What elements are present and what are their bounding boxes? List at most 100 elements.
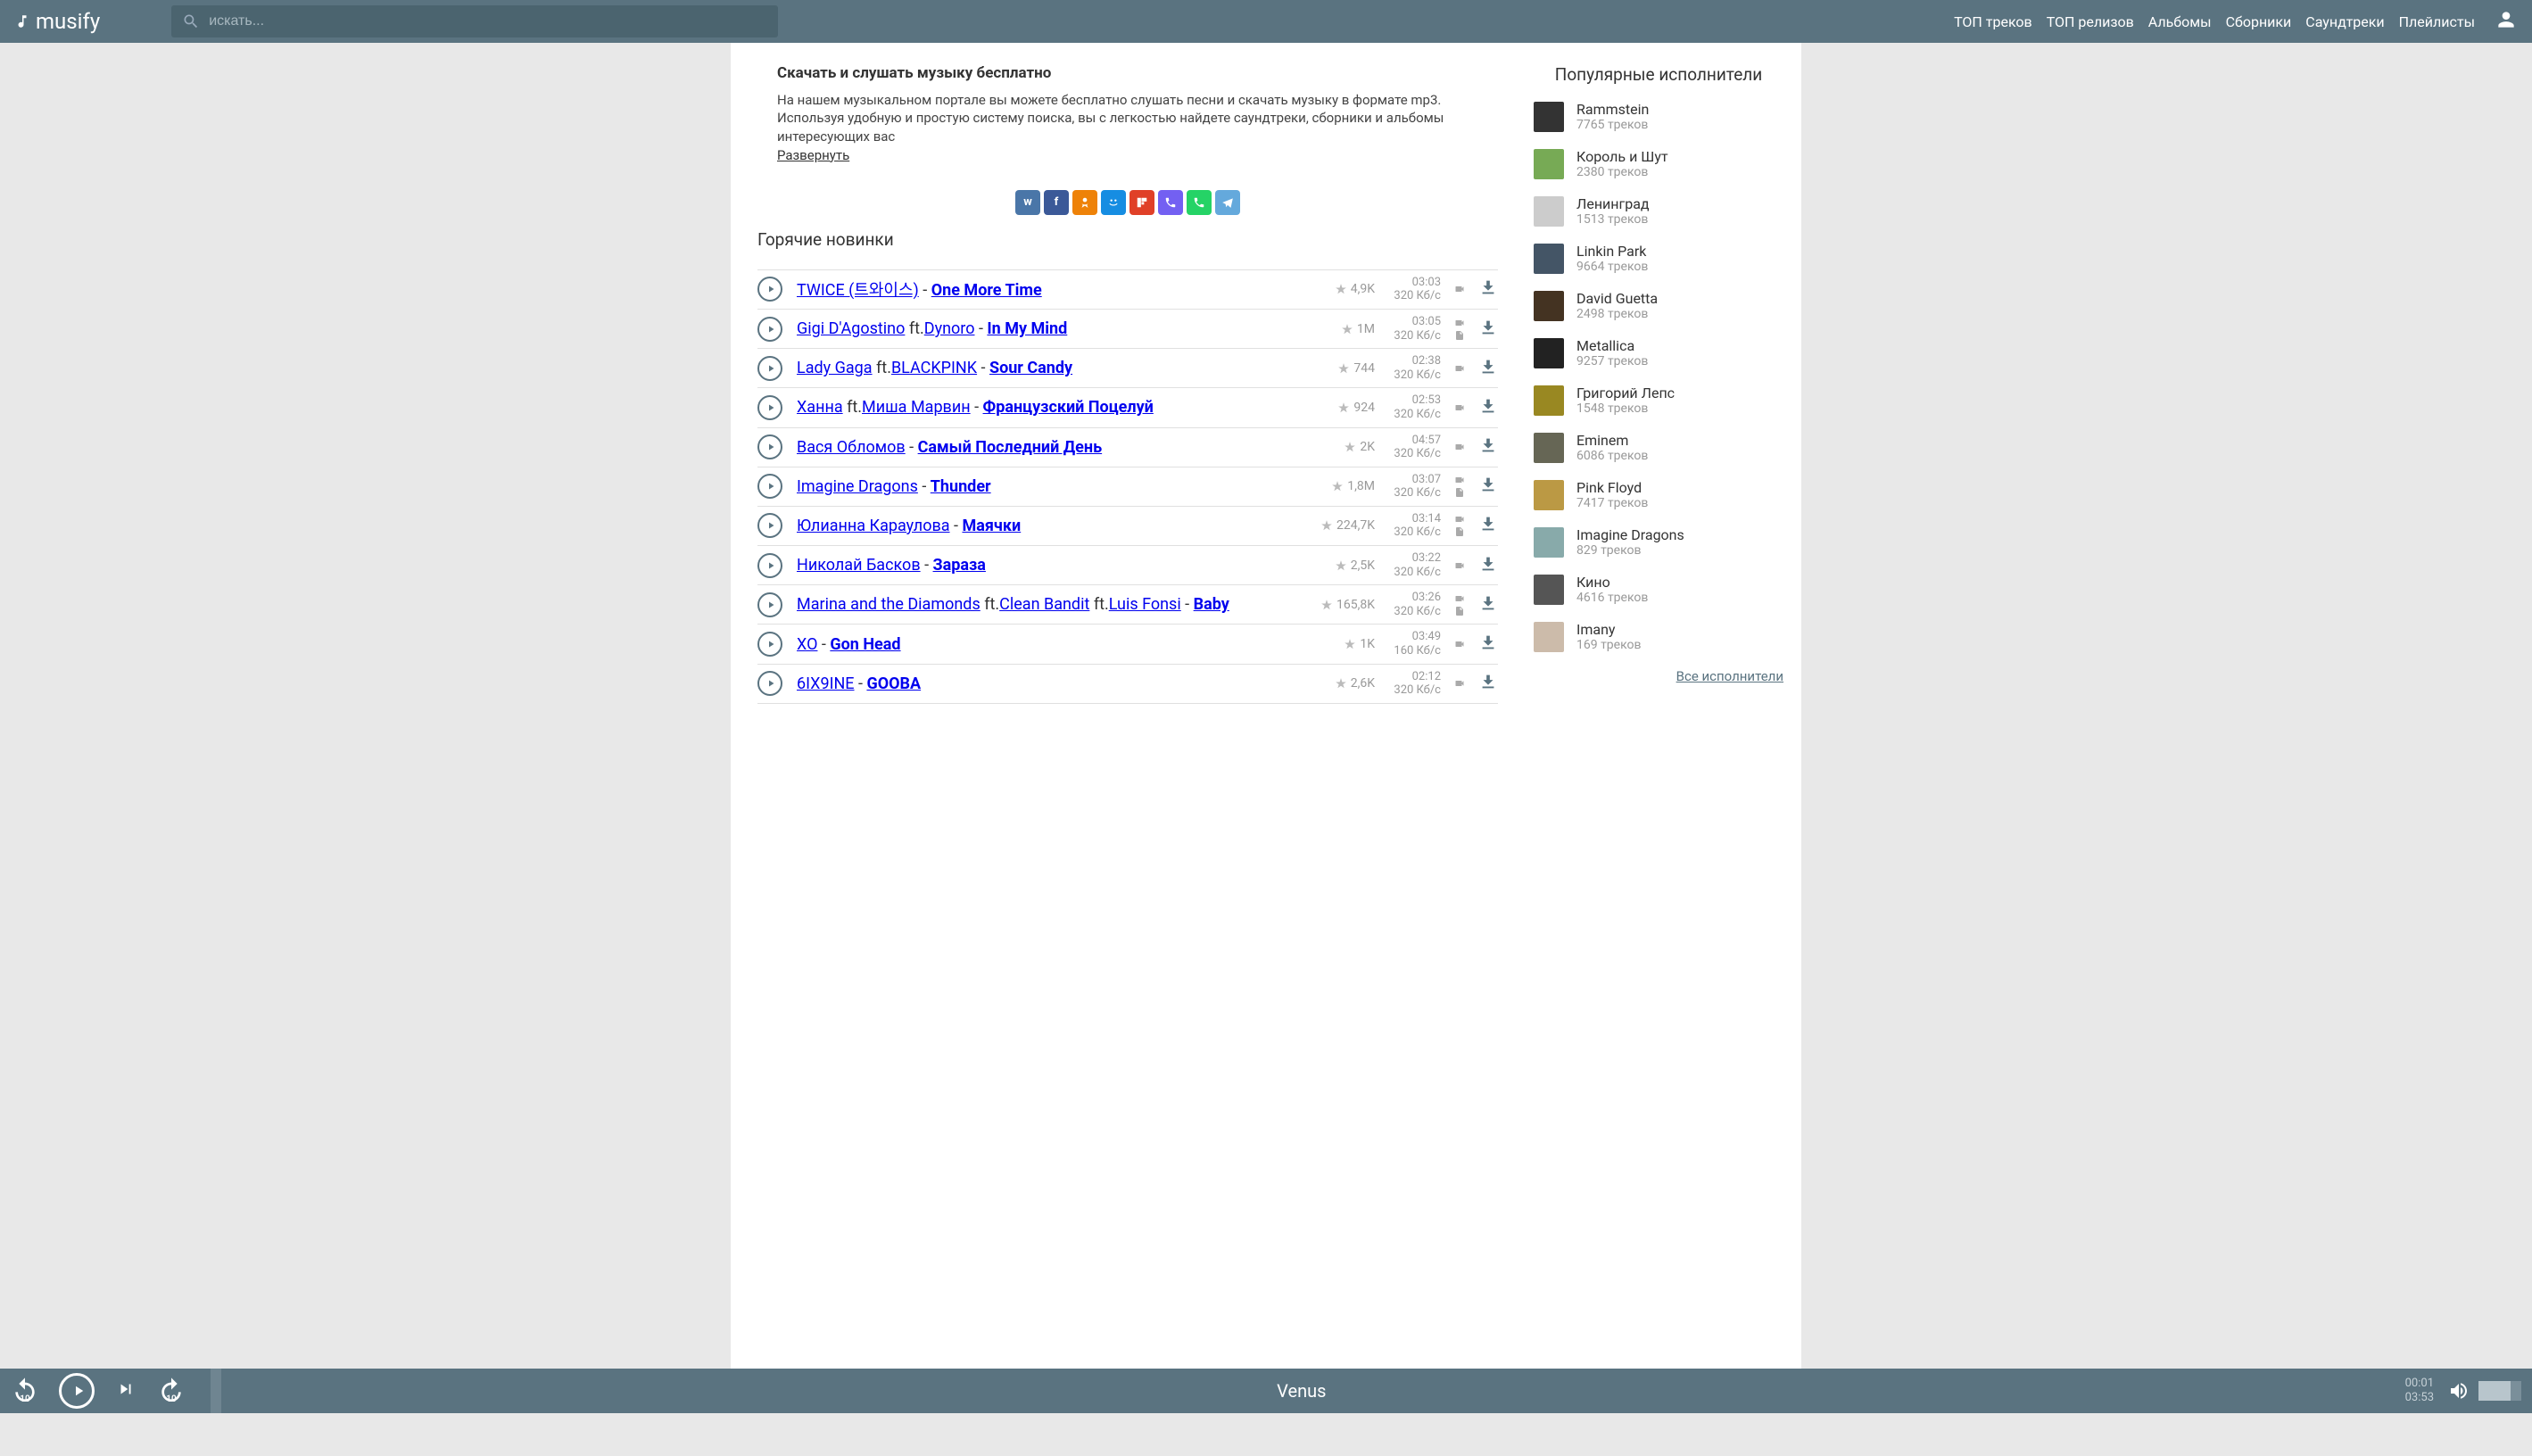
track-artist[interactable]: TWICE (트와이스) — [797, 281, 919, 300]
forward-button[interactable]: 10 — [157, 1377, 186, 1405]
artist-row[interactable]: Metallica9257 треков — [1534, 337, 1783, 368]
download-button[interactable] — [1478, 396, 1498, 419]
track-title[interactable]: Французский Поцелуй — [983, 398, 1154, 417]
search-box[interactable] — [171, 5, 778, 37]
share-ok[interactable] — [1072, 190, 1097, 215]
expand-link[interactable]: Развернуть — [777, 147, 849, 163]
download-button[interactable] — [1478, 435, 1498, 459]
track-artist[interactable]: Ханна — [797, 398, 843, 417]
track-artist[interactable]: Gigi D'Agostino — [797, 319, 905, 338]
track-play-button[interactable] — [757, 434, 782, 459]
video-icon[interactable] — [1453, 284, 1466, 294]
track-artist[interactable]: Вася Обломов — [797, 438, 906, 457]
download-button[interactable] — [1478, 318, 1498, 341]
track-title[interactable]: Baby — [1194, 595, 1229, 614]
artist-row[interactable]: Rammstein7765 треков — [1534, 101, 1783, 132]
video-icon[interactable] — [1453, 514, 1466, 525]
video-icon[interactable] — [1453, 678, 1466, 689]
track-play-button[interactable] — [757, 277, 782, 302]
video-icon[interactable] — [1453, 475, 1466, 485]
share-moimir[interactable] — [1101, 190, 1126, 215]
download-button[interactable] — [1478, 593, 1498, 616]
video-icon[interactable] — [1453, 442, 1466, 452]
track-rating[interactable]: 4,9K — [1335, 282, 1375, 296]
track-play-button[interactable] — [757, 632, 782, 657]
video-icon[interactable] — [1453, 639, 1466, 649]
track-rating[interactable]: 744 — [1337, 361, 1375, 376]
track-artist[interactable]: Юлианна Караулова — [797, 517, 950, 535]
volume-bar[interactable] — [2478, 1381, 2521, 1401]
nav-compilations[interactable]: Сборники — [2222, 10, 2296, 34]
track-title[interactable]: One More Time — [931, 281, 1042, 300]
download-button[interactable] — [1478, 554, 1498, 577]
artist-row[interactable]: Кино4616 треков — [1534, 574, 1783, 605]
all-artists-link[interactable]: Все исполнители — [1534, 668, 1783, 684]
progress-area[interactable]: Venus — [211, 1369, 2393, 1413]
rewind-button[interactable]: 10 — [11, 1377, 39, 1405]
artist-row[interactable]: Григорий Лепс1548 треков — [1534, 385, 1783, 416]
video-icon[interactable] — [1453, 593, 1466, 604]
artist-row[interactable]: Linkin Park9664 треков — [1534, 243, 1783, 274]
video-icon[interactable] — [1453, 560, 1466, 571]
track-title[interactable]: Маячки — [962, 517, 1021, 535]
track-artist[interactable]: 6IX9INE — [797, 674, 855, 693]
download-button[interactable] — [1478, 475, 1498, 498]
track-rating[interactable]: 2,6K — [1335, 676, 1375, 691]
track-feat[interactable]: BLACKPINK — [891, 359, 977, 377]
video-icon[interactable] — [1453, 318, 1466, 328]
share-whatsapp[interactable] — [1187, 190, 1212, 215]
download-button[interactable] — [1478, 514, 1498, 537]
track-rating[interactable]: 924 — [1337, 401, 1375, 415]
track-title[interactable]: Самый Последний День — [918, 438, 1103, 457]
play-button[interactable] — [59, 1373, 95, 1409]
track-title[interactable]: In My Mind — [987, 319, 1067, 338]
search-input[interactable] — [209, 13, 767, 29]
nav-soundtracks[interactable]: Саундтреки — [2302, 10, 2387, 34]
track-title[interactable]: GOOBA — [866, 674, 921, 693]
artist-row[interactable]: David Guetta2498 треков — [1534, 290, 1783, 321]
volume-icon[interactable] — [2446, 1380, 2471, 1402]
track-feat[interactable]: Luis Fonsi — [1109, 595, 1181, 614]
track-artist[interactable]: Imagine Dragons — [797, 477, 918, 496]
track-rating[interactable]: 1,8M — [1331, 479, 1375, 493]
nav-top-releases[interactable]: ТОП релизов — [2043, 10, 2138, 34]
track-play-button[interactable] — [757, 553, 782, 578]
track-rating[interactable]: 224,7K — [1320, 518, 1375, 533]
artist-row[interactable]: Ленинград1513 треков — [1534, 195, 1783, 227]
track-play-button[interactable] — [757, 356, 782, 381]
track-artist[interactable]: Lady Gaga — [797, 359, 873, 377]
share-flipboard[interactable] — [1129, 190, 1154, 215]
track-artist[interactable]: Николай Басков — [797, 556, 921, 575]
track-title[interactable]: Gon Head — [830, 635, 900, 654]
track-rating[interactable]: 1М — [1341, 322, 1375, 336]
share-viber[interactable] — [1158, 190, 1183, 215]
user-menu[interactable] — [2495, 8, 2518, 35]
track-artist[interactable]: Marina and the Diamonds — [797, 595, 981, 614]
track-rating[interactable]: 165,8K — [1320, 598, 1375, 612]
track-title[interactable]: Thunder — [931, 477, 991, 496]
download-button[interactable] — [1478, 633, 1498, 656]
share-vk[interactable]: w — [1015, 190, 1040, 215]
track-title[interactable]: Зараза — [933, 556, 986, 575]
download-button[interactable] — [1478, 672, 1498, 695]
track-rating[interactable]: 2K — [1344, 440, 1375, 454]
artist-row[interactable]: Imagine Dragons829 треков — [1534, 526, 1783, 558]
download-button[interactable] — [1478, 277, 1498, 301]
track-rating[interactable]: 2,5K — [1335, 558, 1375, 573]
nav-top-tracks[interactable]: ТОП треков — [1950, 10, 2036, 34]
video-icon[interactable] — [1453, 363, 1466, 374]
track-play-button[interactable] — [757, 592, 782, 617]
track-title[interactable]: Sour Candy — [989, 359, 1072, 377]
track-play-button[interactable] — [757, 671, 782, 696]
artist-row[interactable]: Король и Шут2380 треков — [1534, 148, 1783, 179]
track-play-button[interactable] — [757, 395, 782, 420]
logo[interactable]: musify — [14, 9, 100, 34]
video-icon[interactable] — [1453, 402, 1466, 413]
track-artist[interactable]: XO — [797, 635, 817, 654]
next-button[interactable] — [114, 1379, 137, 1402]
nav-albums[interactable]: Альбомы — [2145, 10, 2215, 34]
nav-playlists[interactable]: Плейлисты — [2395, 10, 2478, 34]
artist-row[interactable]: Eminem6086 треков — [1534, 432, 1783, 463]
artist-row[interactable]: Imany169 треков — [1534, 621, 1783, 652]
share-telegram[interactable] — [1215, 190, 1240, 215]
